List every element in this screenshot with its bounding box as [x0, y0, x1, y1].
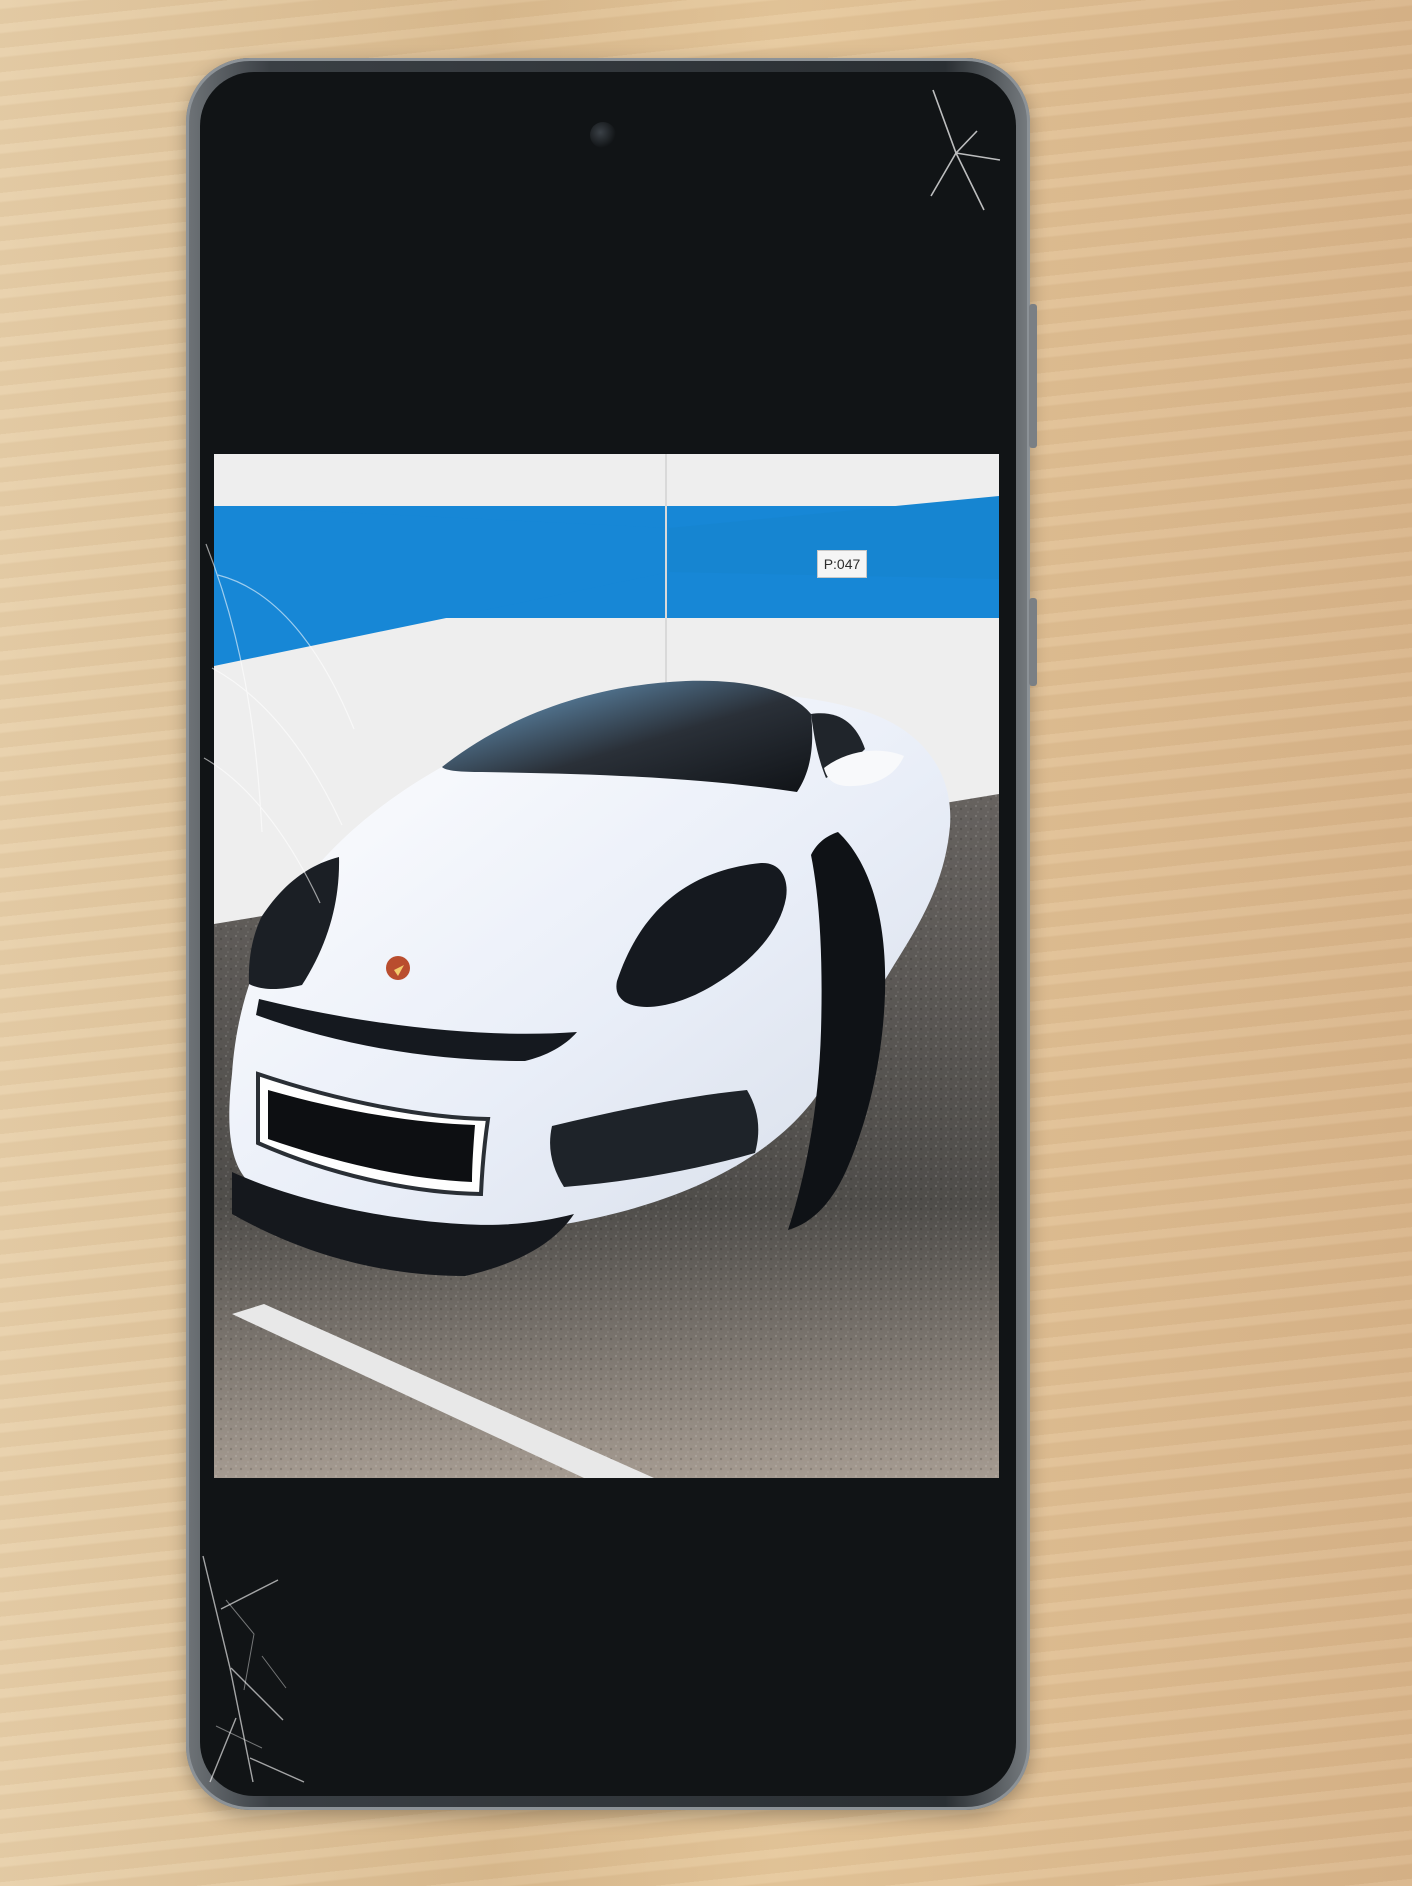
car-photo-illustration: [214, 454, 999, 1478]
front-camera-icon: [590, 122, 616, 148]
side-button-volume: [1029, 304, 1037, 448]
phone-device: P:047: [186, 58, 1037, 1810]
car-photo: P:047: [214, 454, 999, 1478]
side-button-power: [1029, 598, 1037, 686]
phone-screen: P:047: [200, 72, 1016, 1796]
parking-sign: P:047: [817, 550, 867, 578]
page: P:047: [0, 0, 1412, 1886]
